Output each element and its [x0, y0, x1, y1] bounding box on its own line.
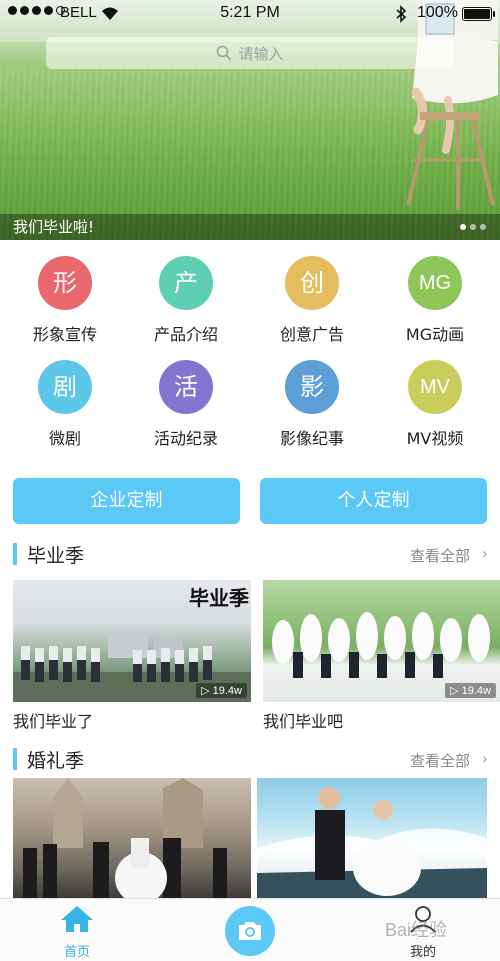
view-all-link[interactable]: 查看全部 [410, 545, 470, 566]
category-yingxiang[interactable]: 影 影像纪事 [252, 360, 372, 449]
wedding-church-photo [23, 778, 227, 898]
section-title: 毕业季 [27, 545, 85, 567]
banner-pager[interactable] [460, 224, 486, 230]
category-label: 微剧 [48, 429, 81, 448]
video-card[interactable]: ▷ 19.4w 我们毕业吧 [263, 580, 500, 732]
personal-custom-button[interactable]: 个人定制 [260, 478, 487, 524]
chevron-right-icon[interactable]: › [482, 749, 488, 768]
banner-caption: 我们毕业啦! [0, 214, 500, 240]
wedding-seaside-photo [257, 787, 487, 898]
section-title: 婚礼季 [27, 750, 85, 772]
category-icon: 形 [38, 256, 92, 310]
category-label: 产品介绍 [153, 325, 218, 344]
view-count: ▷ 19.4w [196, 683, 247, 698]
category-icon: MV [408, 360, 462, 414]
category-label: MV视频 [406, 429, 464, 448]
video-card[interactable] [257, 778, 487, 898]
camera-icon [239, 922, 261, 940]
category-icon: 影 [285, 360, 339, 414]
category-label: 活动纪录 [153, 429, 218, 448]
view-count-value: 19.4w [212, 685, 242, 697]
search-icon [217, 45, 232, 61]
section-header-wedding: 婚礼季 查看全部 › [0, 745, 500, 773]
battery-percentage: 100% [417, 4, 458, 21]
view-count: ▷ 19.4w [445, 683, 496, 698]
section-accent-bar [13, 748, 17, 770]
search-input[interactable]: 请输入 [46, 37, 454, 69]
category-label: 创意广告 [279, 325, 344, 344]
bluetooth-icon [396, 5, 407, 23]
category-chanpin[interactable]: 产 产品介绍 [126, 256, 246, 345]
section-accent-bar [13, 543, 17, 565]
category-weiju[interactable]: 剧 微剧 [5, 360, 125, 449]
view-count-value: 19.4w [461, 685, 491, 697]
category-mv[interactable]: MV MV视频 [375, 360, 495, 449]
section-header-graduation: 毕业季 查看全部 › [0, 540, 500, 568]
pager-dot[interactable] [480, 224, 486, 230]
category-chuangyi[interactable]: 创 创意广告 [252, 256, 372, 345]
tab-label: 我的 [409, 945, 436, 960]
tab-home[interactable]: 首页 [37, 905, 117, 960]
category-icon: 剧 [38, 360, 92, 414]
banner-person-figure [406, 0, 498, 210]
video-thumbnail[interactable] [13, 778, 251, 898]
video-thumbnail[interactable]: ▷ 19.4w [263, 580, 500, 702]
category-label: MG动画 [405, 325, 465, 344]
category-huodong[interactable]: 活 活动纪录 [126, 360, 246, 449]
video-card[interactable] [13, 778, 251, 898]
category-icon: 创 [285, 256, 339, 310]
video-thumbnail[interactable]: 毕业季 ▷ 19.4w [13, 580, 251, 702]
battery-icon [462, 7, 495, 21]
category-icon: MG [408, 256, 462, 310]
status-bar: BELL 5:21 PM 100% [0, 0, 500, 28]
pager-dot[interactable] [460, 224, 466, 230]
category-label: 影像纪事 [279, 429, 344, 448]
enterprise-custom-button[interactable]: 企业定制 [13, 478, 240, 524]
video-caption: 我们毕业吧 [263, 712, 344, 731]
home-icon [61, 906, 93, 932]
category-icon: 产 [159, 256, 213, 310]
video-card[interactable]: 毕业季 ▷ 19.4w 我们毕业了 [13, 580, 251, 732]
video-caption: 我们毕业了 [13, 712, 94, 731]
category-mg[interactable]: MG MG动画 [375, 256, 495, 345]
video-thumbnail[interactable] [257, 778, 487, 898]
category-xingxiang[interactable]: 形 形象宣传 [5, 256, 125, 345]
view-all-link[interactable]: 查看全部 [410, 750, 470, 771]
category-icon: 活 [159, 360, 213, 414]
tab-label: 首页 [63, 945, 90, 960]
camera-button[interactable] [225, 906, 275, 956]
search-placeholder: 请输入 [238, 44, 284, 63]
watermark-text: Bai经验 [385, 920, 448, 940]
photo-title-text: 毕业季 [189, 586, 249, 610]
hero-banner[interactable]: BELL 5:21 PM 100% 请输入 我们毕业啦! [0, 0, 500, 240]
chevron-right-icon[interactable]: › [482, 544, 488, 563]
pager-dot[interactable] [470, 224, 476, 230]
category-label: 形象宣传 [32, 325, 97, 344]
